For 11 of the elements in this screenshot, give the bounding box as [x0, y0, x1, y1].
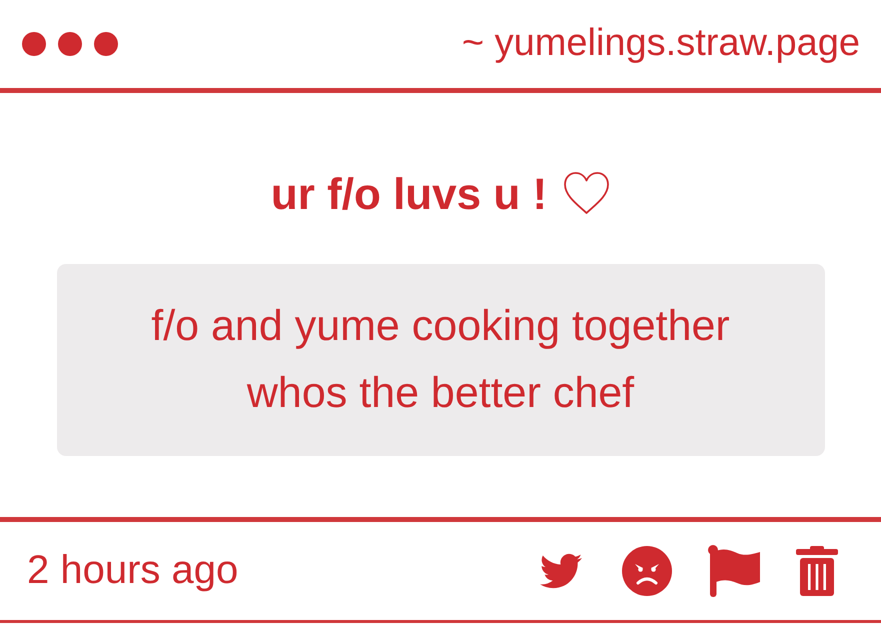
- flag-icon: [708, 545, 760, 597]
- flag-button[interactable]: [708, 545, 760, 597]
- delete-button[interactable]: [796, 546, 838, 596]
- trash-icon: [796, 546, 838, 596]
- timestamp: 2 hours ago: [27, 550, 238, 592]
- site-address: ~ yumelings.straw.page: [462, 24, 860, 64]
- angry-button[interactable]: [622, 546, 672, 596]
- message-text: f/o and yume cooking together whos the better chef: [151, 301, 730, 419]
- angry-face-icon: [622, 546, 672, 596]
- heart-icon: [563, 171, 610, 215]
- card-title: ur f/o luvs u !: [270, 173, 548, 217]
